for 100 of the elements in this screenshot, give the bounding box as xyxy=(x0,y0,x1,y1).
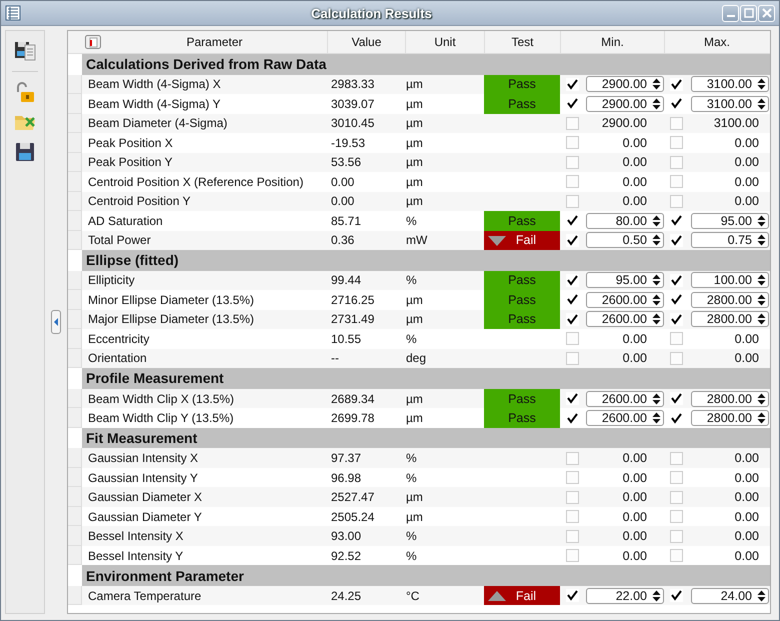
checked-checkbox[interactable] xyxy=(670,274,682,287)
spin-box[interactable]: 22.00 xyxy=(586,588,664,604)
spin-box[interactable]: 2900.00 xyxy=(586,76,664,92)
checked-checkbox[interactable] xyxy=(670,293,682,306)
row-header[interactable] xyxy=(68,270,82,290)
checkbox[interactable] xyxy=(566,194,578,208)
column-header[interactable]: Max. xyxy=(664,31,769,53)
checked-checkbox[interactable] xyxy=(566,234,578,247)
spin-box[interactable]: 80.00 xyxy=(586,212,664,229)
spin-box[interactable]: 95.00 xyxy=(586,272,664,288)
spin-box[interactable]: 2800.00 xyxy=(691,390,769,407)
spin-arrows-icon[interactable] xyxy=(757,214,766,228)
checkbox[interactable] xyxy=(670,156,682,169)
collapse-button[interactable] xyxy=(51,310,61,334)
checkbox[interactable] xyxy=(566,332,578,346)
spin-arrows-icon[interactable] xyxy=(757,392,766,406)
checkbox[interactable] xyxy=(566,175,578,188)
checkbox[interactable] xyxy=(566,490,578,504)
document-icon[interactable] xyxy=(85,35,101,49)
spin-box[interactable]: 2600.00 xyxy=(586,390,664,407)
column-header[interactable]: Test xyxy=(484,31,560,53)
checked-checkbox[interactable] xyxy=(670,392,682,406)
spin-arrows-icon[interactable] xyxy=(757,96,766,111)
checked-checkbox[interactable] xyxy=(670,97,682,110)
checkbox[interactable] xyxy=(566,452,578,465)
checked-checkbox[interactable] xyxy=(670,412,682,425)
row-header[interactable] xyxy=(68,74,82,94)
spin-arrows-icon[interactable] xyxy=(652,96,661,111)
checkbox[interactable] xyxy=(670,332,682,346)
checkbox[interactable] xyxy=(670,510,682,524)
spin-box[interactable]: 2600.00 xyxy=(586,311,664,328)
checkbox[interactable] xyxy=(670,471,682,484)
checkbox[interactable] xyxy=(566,549,578,562)
spin-arrows-icon[interactable] xyxy=(652,411,661,426)
checkbox[interactable] xyxy=(566,530,578,543)
row-header[interactable] xyxy=(68,388,82,408)
maximize-button[interactable] xyxy=(740,4,757,22)
spin-arrows-icon[interactable] xyxy=(757,588,766,603)
spin-arrows-icon[interactable] xyxy=(652,392,661,406)
checked-checkbox[interactable] xyxy=(670,589,682,602)
spin-box[interactable]: 2800.00 xyxy=(691,410,769,426)
checked-checkbox[interactable] xyxy=(566,412,578,425)
checked-checkbox[interactable] xyxy=(670,312,682,326)
checked-checkbox[interactable] xyxy=(566,274,578,287)
row-header[interactable] xyxy=(68,230,82,250)
checkbox[interactable] xyxy=(670,175,682,188)
spin-box[interactable]: 0.50 xyxy=(586,232,664,248)
spin-box[interactable]: 24.00 xyxy=(691,588,769,604)
spin-box[interactable]: 0.75 xyxy=(691,232,769,248)
spin-arrows-icon[interactable] xyxy=(652,273,661,288)
spin-arrows-icon[interactable] xyxy=(652,292,661,307)
spin-box[interactable]: 2900.00 xyxy=(586,96,664,112)
spin-arrows-icon[interactable] xyxy=(652,214,661,228)
spin-arrows-icon[interactable] xyxy=(652,77,661,92)
checkbox[interactable] xyxy=(670,549,682,562)
spin-arrows-icon[interactable] xyxy=(757,77,766,92)
checkbox[interactable] xyxy=(566,116,578,130)
spin-box[interactable]: 2600.00 xyxy=(586,410,664,426)
spin-arrows-icon[interactable] xyxy=(757,273,766,288)
checkbox[interactable] xyxy=(670,352,682,365)
spin-arrows-icon[interactable] xyxy=(757,292,766,307)
minimize-button[interactable] xyxy=(722,4,739,22)
checkbox[interactable] xyxy=(670,452,682,465)
spin-box[interactable]: 3100.00 xyxy=(691,96,769,112)
spin-arrows-icon[interactable] xyxy=(652,233,661,248)
column-header[interactable]: Min. xyxy=(560,31,664,53)
checkbox[interactable] xyxy=(566,136,578,150)
spin-box[interactable]: 3100.00 xyxy=(691,76,769,92)
checked-checkbox[interactable] xyxy=(566,589,578,602)
checkbox[interactable] xyxy=(566,471,578,484)
checked-checkbox[interactable] xyxy=(566,392,578,406)
column-header[interactable]: Parameter xyxy=(102,31,327,53)
checkbox[interactable] xyxy=(670,136,682,150)
checked-checkbox[interactable] xyxy=(566,312,578,326)
checkbox[interactable] xyxy=(566,156,578,169)
spin-box[interactable]: 2800.00 xyxy=(691,311,769,328)
save-icon[interactable] xyxy=(13,39,37,63)
checkbox[interactable] xyxy=(566,510,578,524)
column-header[interactable]: Value xyxy=(327,31,405,53)
checked-checkbox[interactable] xyxy=(670,78,682,91)
spin-box[interactable]: 100.00 xyxy=(691,272,769,288)
checkbox[interactable] xyxy=(670,116,682,130)
checked-checkbox[interactable] xyxy=(670,234,682,247)
checked-checkbox[interactable] xyxy=(566,97,578,110)
spin-box[interactable]: 2600.00 xyxy=(586,292,664,308)
row-header[interactable] xyxy=(68,586,82,606)
checked-checkbox[interactable] xyxy=(566,214,578,228)
spin-arrows-icon[interactable] xyxy=(757,312,766,326)
checked-checkbox[interactable] xyxy=(566,78,578,91)
spin-box[interactable]: 2800.00 xyxy=(691,292,769,308)
column-header[interactable]: Unit xyxy=(405,31,484,53)
spin-arrows-icon[interactable] xyxy=(652,312,661,326)
checkbox[interactable] xyxy=(670,490,682,504)
checkbox[interactable] xyxy=(670,194,682,208)
row-header[interactable] xyxy=(68,546,82,566)
spin-arrows-icon[interactable] xyxy=(757,411,766,426)
spin-box[interactable]: 95.00 xyxy=(691,212,769,229)
checked-checkbox[interactable] xyxy=(566,293,578,306)
checked-checkbox[interactable] xyxy=(670,214,682,228)
checkbox[interactable] xyxy=(670,530,682,543)
